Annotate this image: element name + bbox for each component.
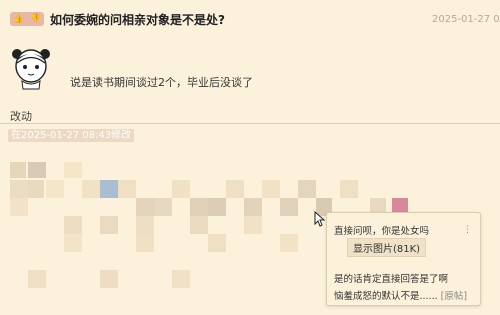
source-post-link[interactable]: [原帖] <box>441 291 467 302</box>
thumbs-down-icon[interactable]: 👎 <box>30 14 41 24</box>
post-body: 说是读书期间谈过2个，毕业后没谈了 <box>70 76 253 89</box>
reply-preview-popup: 直接问呗，你是处女吗 ⋮ 显示图片(81K) 是的话肯定直接回答是了啊 恼羞成怒… <box>326 212 481 306</box>
mouse-cursor-icon <box>314 210 326 227</box>
popup-line-1: 直接问呗，你是处女吗 <box>334 226 430 237</box>
post-date: 2025-01-27 08:49 <box>432 14 500 25</box>
post-title[interactable]: 如何委婉的问相亲对象是不是处? <box>50 11 225 28</box>
edit-section-title: 改动 <box>10 110 32 123</box>
avatar[interactable] <box>8 40 54 90</box>
vote-buttons[interactable]: 👍 👎 <box>10 12 44 26</box>
popup-line-3-text: 恼羞成怒的默认不是...... <box>334 291 438 302</box>
show-image-button[interactable]: 显示图片(81K) <box>347 238 427 257</box>
edit-timestamp-badge: 在2025-01-27 08:43修改 <box>8 129 135 142</box>
post-header: 👍 👎 如何委婉的问相亲对象是不是处? 2025-01-27 08:49 <box>0 0 500 36</box>
thumbs-up-icon[interactable]: 👍 <box>13 14 24 24</box>
popup-line-3: 恼羞成怒的默认不是...... [原帖] <box>334 288 467 302</box>
popup-line-2: 是的话肯定直接回答是了啊 <box>334 274 449 285</box>
more-options-icon[interactable]: ⋮ <box>463 225 472 235</box>
divider <box>0 123 500 124</box>
